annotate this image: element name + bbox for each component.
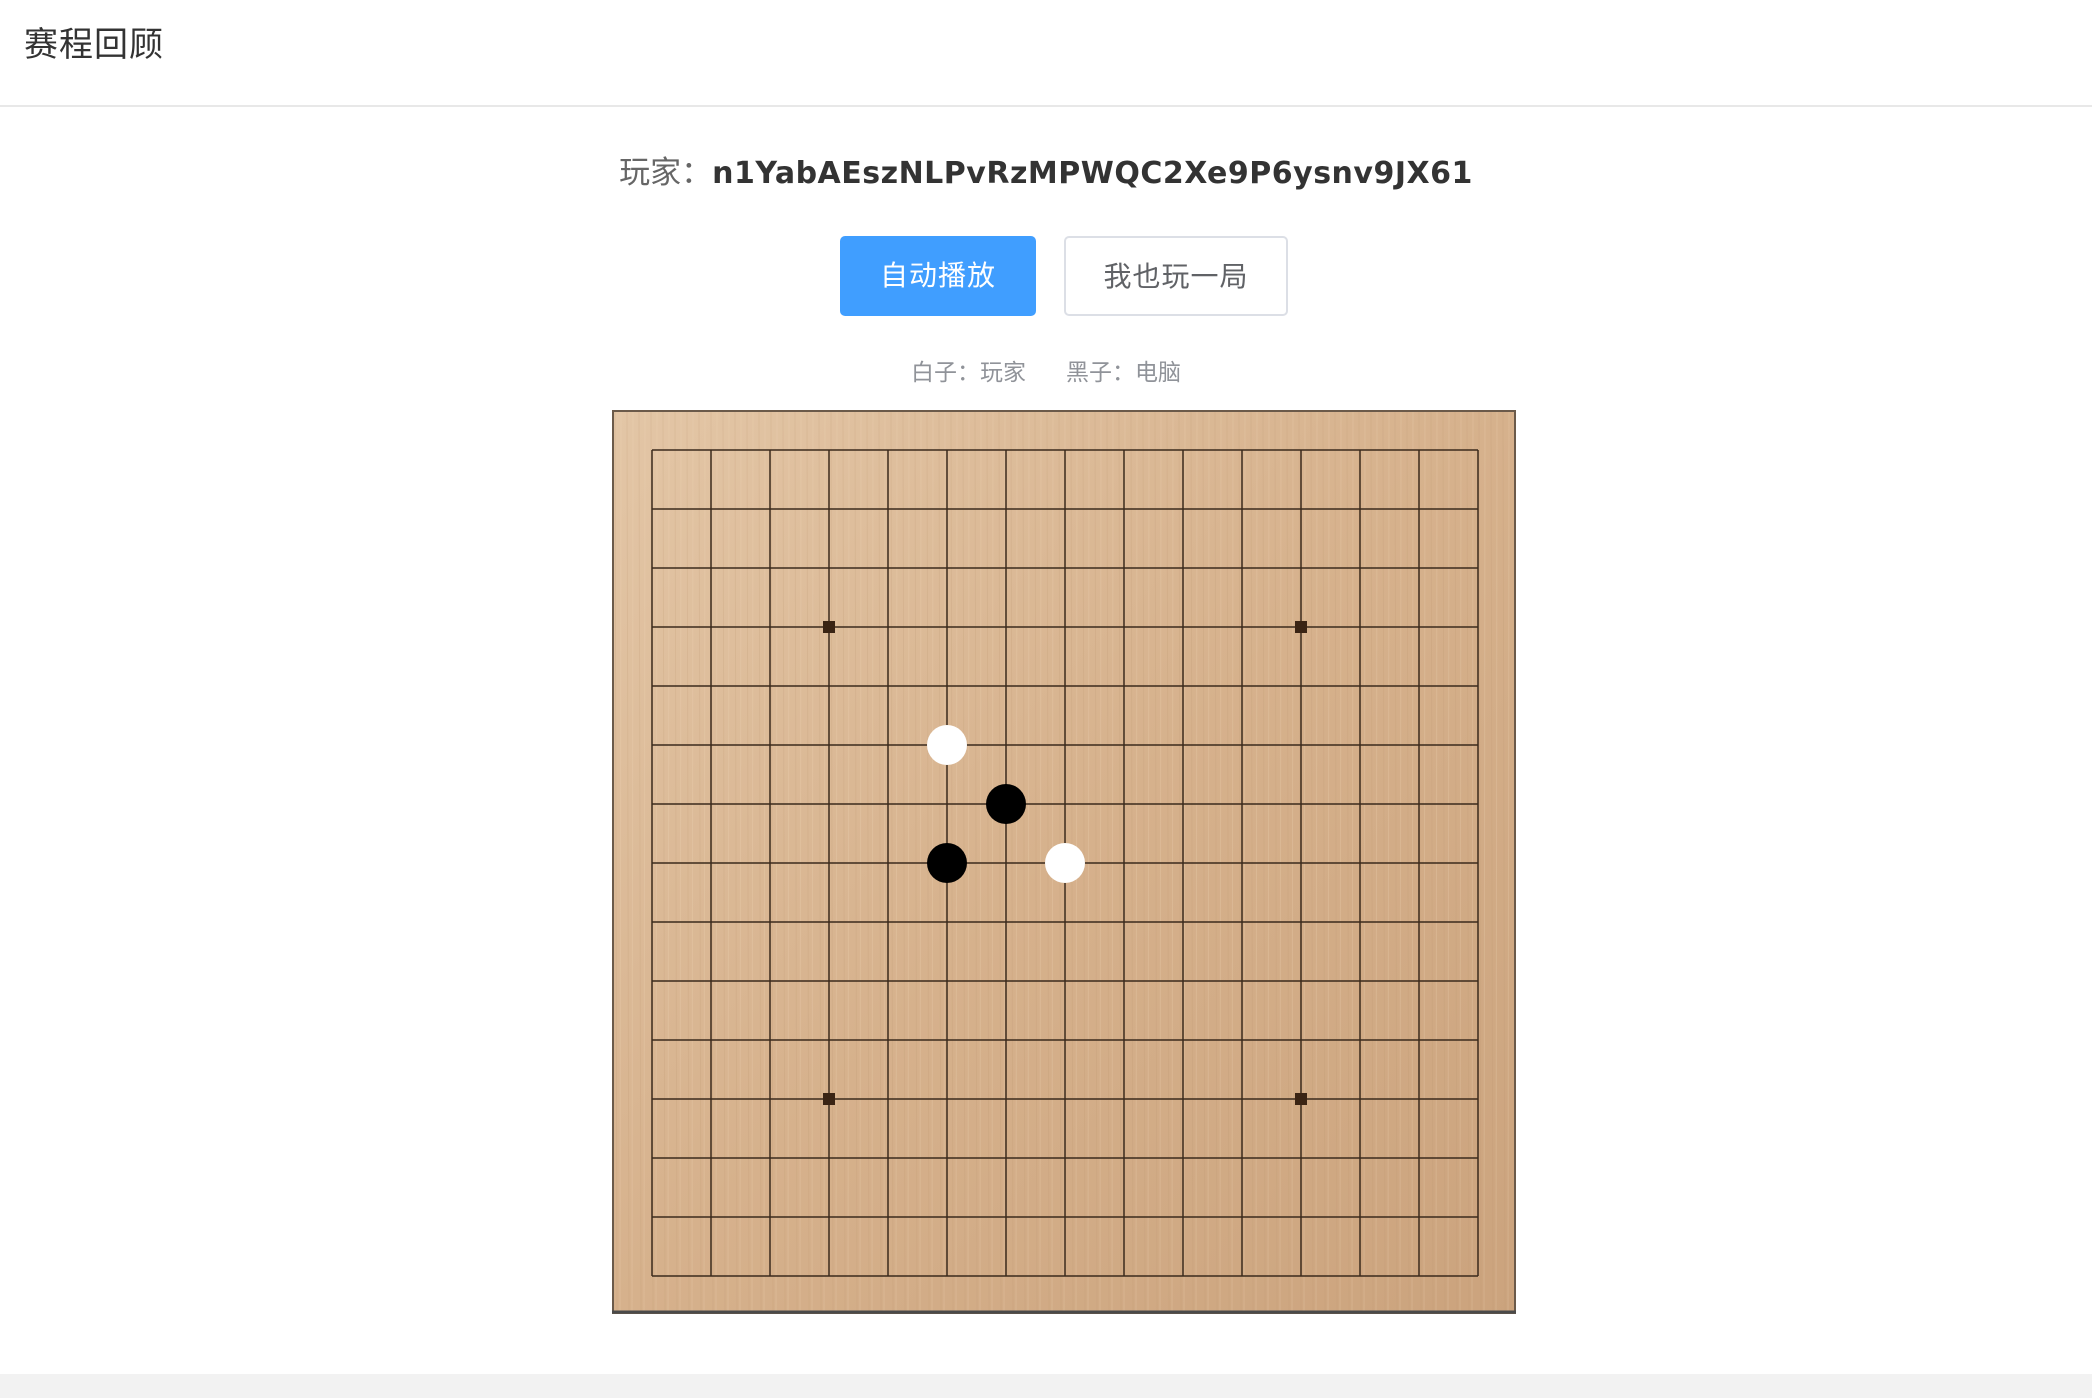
black-stone (927, 843, 967, 883)
page-header: 赛程回顾 (0, 0, 2092, 107)
star-point (823, 1093, 835, 1105)
star-point (823, 621, 835, 633)
player-label: 玩家： (619, 155, 713, 191)
white-stone (927, 725, 967, 765)
gomoku-board[interactable] (612, 410, 1516, 1314)
sides-info: 白子：玩家 黑子：电脑 (0, 355, 2092, 391)
white-side-label: 白子：玩家 (911, 360, 1026, 386)
page-title: 赛程回顾 (24, 25, 164, 65)
star-point (1295, 621, 1307, 633)
footer-strip (0, 1374, 2092, 1398)
board-canvas[interactable] (612, 410, 1516, 1314)
black-stone (986, 784, 1026, 824)
star-point (1295, 1093, 1307, 1105)
white-stone (1045, 843, 1085, 883)
player-id: n1YabAEszNLPvRzMPWQC2Xe9P6ysnv9JX61 (712, 156, 1473, 191)
player-info: 玩家：n1YabAEszNLPvRzMPWQC2Xe9P6ysnv9JX61 (0, 148, 2092, 199)
autoplay-button[interactable]: 自动播放 (840, 236, 1036, 316)
black-side-label: 黑子：电脑 (1066, 360, 1181, 386)
play-game-button[interactable]: 我也玩一局 (1064, 236, 1288, 316)
